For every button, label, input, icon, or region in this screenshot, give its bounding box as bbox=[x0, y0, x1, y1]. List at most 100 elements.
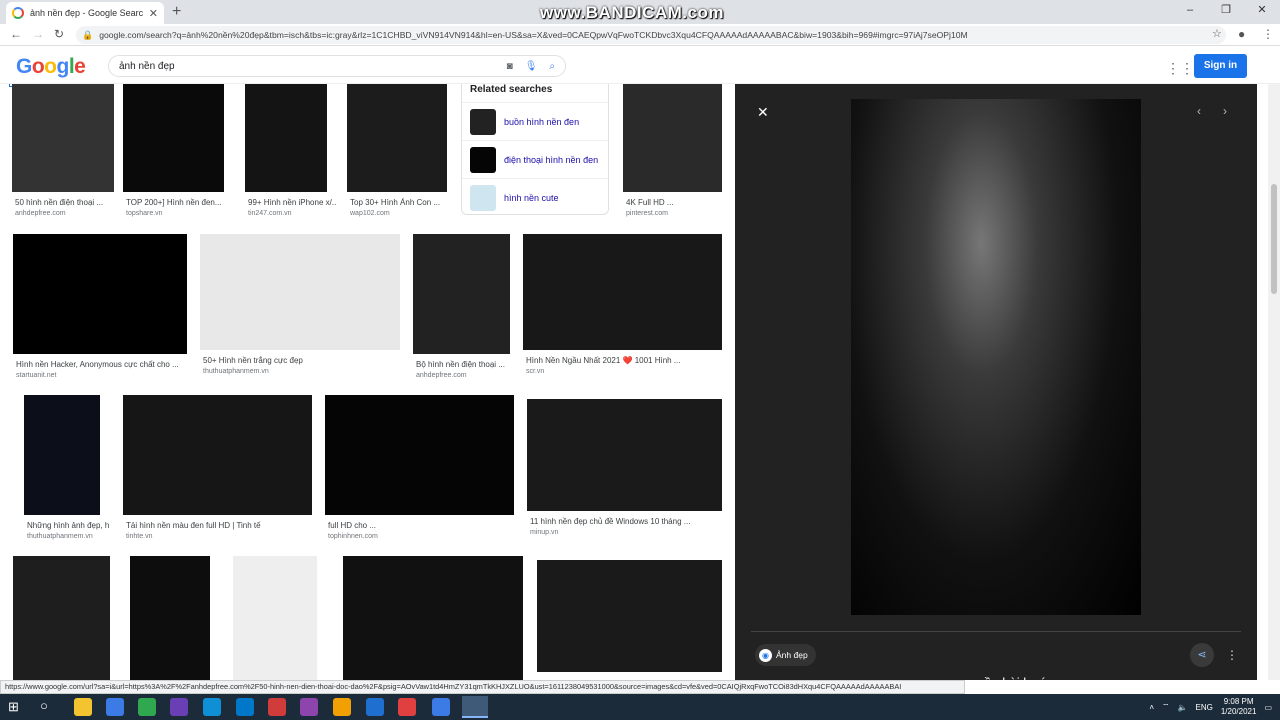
result-caption[interactable]: TOP 200+] Hình nền đen... bbox=[126, 198, 233, 207]
scrollbar-thumb[interactable] bbox=[1271, 184, 1277, 294]
result-caption[interactable]: Tải hình nền màu đen full HD | Tinh tế bbox=[126, 521, 321, 530]
minimize-button[interactable]: – bbox=[1172, 0, 1208, 22]
search-query[interactable]: ảnh nền đẹp bbox=[119, 61, 495, 72]
windows-taskbar: ⊞ ○ ˄ ⌔ 🔈 ENG 9:08 PM 1/20/2021 ▭ bbox=[0, 694, 1280, 720]
taskbar-app-icon[interactable] bbox=[366, 698, 384, 716]
windows-start-icon[interactable]: ⊞ bbox=[8, 699, 19, 715]
share-icon[interactable]: ⋖ bbox=[1190, 643, 1214, 667]
taskbar-app-icon[interactable] bbox=[170, 698, 188, 716]
result-source: tin247.com.vn bbox=[248, 210, 292, 217]
reload-icon[interactable]: ↻ bbox=[54, 27, 64, 41]
taskbar-app-icon[interactable] bbox=[268, 698, 286, 716]
result-caption[interactable]: 50 hình nền điện thoại ... bbox=[15, 198, 123, 207]
scrollbar[interactable] bbox=[1268, 84, 1280, 680]
result-thumbnail[interactable] bbox=[130, 556, 210, 680]
taskbar-app-icon[interactable] bbox=[333, 698, 351, 716]
source-chip[interactable]: ◉ Ảnh đẹp bbox=[755, 644, 816, 666]
result-thumbnail[interactable] bbox=[12, 84, 114, 192]
search-icon[interactable]: ⌕ bbox=[549, 61, 555, 72]
clock[interactable]: 9:08 PM 1/20/2021 bbox=[1221, 697, 1257, 717]
camera-icon[interactable]: ◙ bbox=[507, 61, 513, 72]
result-thumbnail[interactable] bbox=[623, 84, 722, 192]
related-search-item[interactable]: điện thoại hình nền đen bbox=[462, 140, 608, 178]
result-caption[interactable]: 11 hình nền đẹp chủ đề Windows 10 tháng … bbox=[530, 517, 731, 526]
result-caption[interactable]: Top 30+ Hình Ảnh Con ... bbox=[350, 198, 456, 207]
logo-letter: e bbox=[74, 55, 86, 78]
related-search-item[interactable]: buồn hình nền đen bbox=[462, 102, 608, 140]
taskbar-app-icon[interactable] bbox=[74, 698, 92, 716]
more-icon[interactable]: ⋮ bbox=[1220, 643, 1244, 667]
close-icon[interactable]: ✕ bbox=[757, 104, 769, 121]
result-source: pinterest.com bbox=[626, 210, 669, 217]
forward-arrow-icon[interactable]: → bbox=[32, 27, 44, 41]
result-thumbnail[interactable] bbox=[537, 560, 722, 672]
bookmark-star-icon[interactable]: ☆ bbox=[1212, 27, 1222, 40]
result-caption[interactable]: Hình Nền Ngầu Nhất 2021 ❤️ 1001 Hình ... bbox=[526, 356, 731, 365]
result-thumbnail[interactable] bbox=[24, 395, 100, 515]
result-thumbnail[interactable] bbox=[347, 84, 447, 192]
cortana-icon[interactable]: ○ bbox=[40, 698, 48, 713]
restore-button[interactable]: ❐ bbox=[1208, 0, 1244, 22]
related-search-item[interactable]: hình nền cute bbox=[462, 178, 608, 216]
preview-title[interactable]: nền hài hước bbox=[977, 675, 1054, 690]
related-search-label: điện thoại hình nền đen bbox=[504, 154, 599, 165]
google-logo[interactable]: Google bbox=[16, 55, 86, 79]
result-thumbnail[interactable] bbox=[233, 556, 317, 680]
result-thumbnail[interactable] bbox=[413, 234, 510, 354]
result-caption[interactable]: 99+ Hình nền iPhone x/... bbox=[248, 198, 336, 207]
taskbar-app-icon[interactable] bbox=[203, 698, 221, 716]
result-thumbnail[interactable] bbox=[527, 399, 722, 511]
mic-icon[interactable]: 🎙 bbox=[525, 61, 538, 72]
result-source: anhdepfree.com bbox=[15, 210, 66, 217]
related-thumbnail bbox=[470, 184, 496, 211]
taskbar-app-icon[interactable] bbox=[106, 698, 124, 716]
result-thumbnail[interactable] bbox=[343, 556, 523, 680]
result-caption[interactable]: 50+ Hình nền trắng cực đẹp bbox=[203, 356, 409, 365]
language-indicator[interactable]: ENG bbox=[1196, 703, 1213, 712]
result-source: startuanit.net bbox=[16, 372, 57, 379]
next-icon[interactable]: › bbox=[1223, 104, 1227, 118]
profile-icon[interactable]: ● bbox=[1238, 27, 1245, 41]
preview-image[interactable] bbox=[851, 99, 1141, 615]
sign-in-button[interactable]: Sign in bbox=[1194, 54, 1247, 78]
close-window-button[interactable]: ✕ bbox=[1244, 0, 1280, 22]
result-thumbnail[interactable] bbox=[123, 395, 312, 515]
result-thumbnail[interactable] bbox=[200, 234, 400, 350]
result-caption[interactable]: full HD cho ... bbox=[328, 521, 523, 530]
taskbar-app-icon[interactable] bbox=[432, 698, 450, 716]
prev-icon[interactable]: ‹ bbox=[1197, 104, 1201, 118]
result-thumbnail[interactable] bbox=[245, 84, 327, 192]
taskbar-app-icon[interactable] bbox=[236, 698, 254, 716]
tray-chevron-icon[interactable]: ˄ bbox=[1149, 703, 1154, 712]
volume-icon[interactable]: 🔈 bbox=[1178, 703, 1188, 712]
taskbar-chrome-active[interactable] bbox=[462, 696, 488, 718]
result-caption[interactable]: Những hình ảnh đẹp, hì... bbox=[27, 521, 109, 530]
notification-icon[interactable]: ▭ bbox=[1264, 703, 1272, 712]
result-source: minup.vn bbox=[530, 529, 559, 536]
result-source: thuthuatphanmem.vn bbox=[203, 368, 269, 375]
back-arrow-icon[interactable]: ← bbox=[10, 27, 22, 41]
new-tab-button[interactable]: + bbox=[172, 3, 181, 21]
result-caption[interactable]: Bộ hình nền điện thoại ... bbox=[416, 360, 519, 369]
tab-close-icon[interactable]: ✕ bbox=[149, 7, 158, 20]
result-thumbnail[interactable] bbox=[325, 395, 514, 515]
address-bar: ← → ↻ 🔒 google.com/search?q=ảnh%20nền%20… bbox=[0, 24, 1280, 46]
result-thumbnail[interactable] bbox=[123, 84, 224, 192]
url-field[interactable]: 🔒 google.com/search?q=ảnh%20nền%20đẹp&tb… bbox=[76, 26, 1226, 44]
taskbar-app-icon[interactable] bbox=[398, 698, 416, 716]
result-thumbnail[interactable] bbox=[523, 234, 722, 350]
result-thumbnail[interactable] bbox=[13, 556, 110, 680]
result-caption[interactable]: Hình nền Hacker, Anonymous cực chất cho … bbox=[16, 360, 196, 369]
tab-active[interactable]: ảnh nền đẹp - Google Search ✕ bbox=[6, 2, 164, 24]
taskbar-app-icon[interactable] bbox=[138, 698, 156, 716]
result-thumbnail[interactable] bbox=[13, 234, 187, 354]
source-chip-label: Ảnh đẹp bbox=[776, 650, 808, 660]
wifi-icon[interactable]: ⌔ bbox=[1162, 702, 1170, 712]
related-search-label: hình nền cute bbox=[504, 192, 559, 203]
search-box[interactable]: ảnh nền đẹp ◙ 🎙 ⌕ bbox=[108, 55, 566, 77]
image-results: Related searches buồn hình nền đen điện t… bbox=[0, 84, 735, 680]
result-caption[interactable]: 4K Full HD ... bbox=[626, 198, 731, 207]
taskbar-app-icon[interactable] bbox=[300, 698, 318, 716]
lock-icon: 🔒 bbox=[82, 29, 94, 40]
chrome-menu-icon[interactable]: ⋮ bbox=[1262, 27, 1274, 41]
